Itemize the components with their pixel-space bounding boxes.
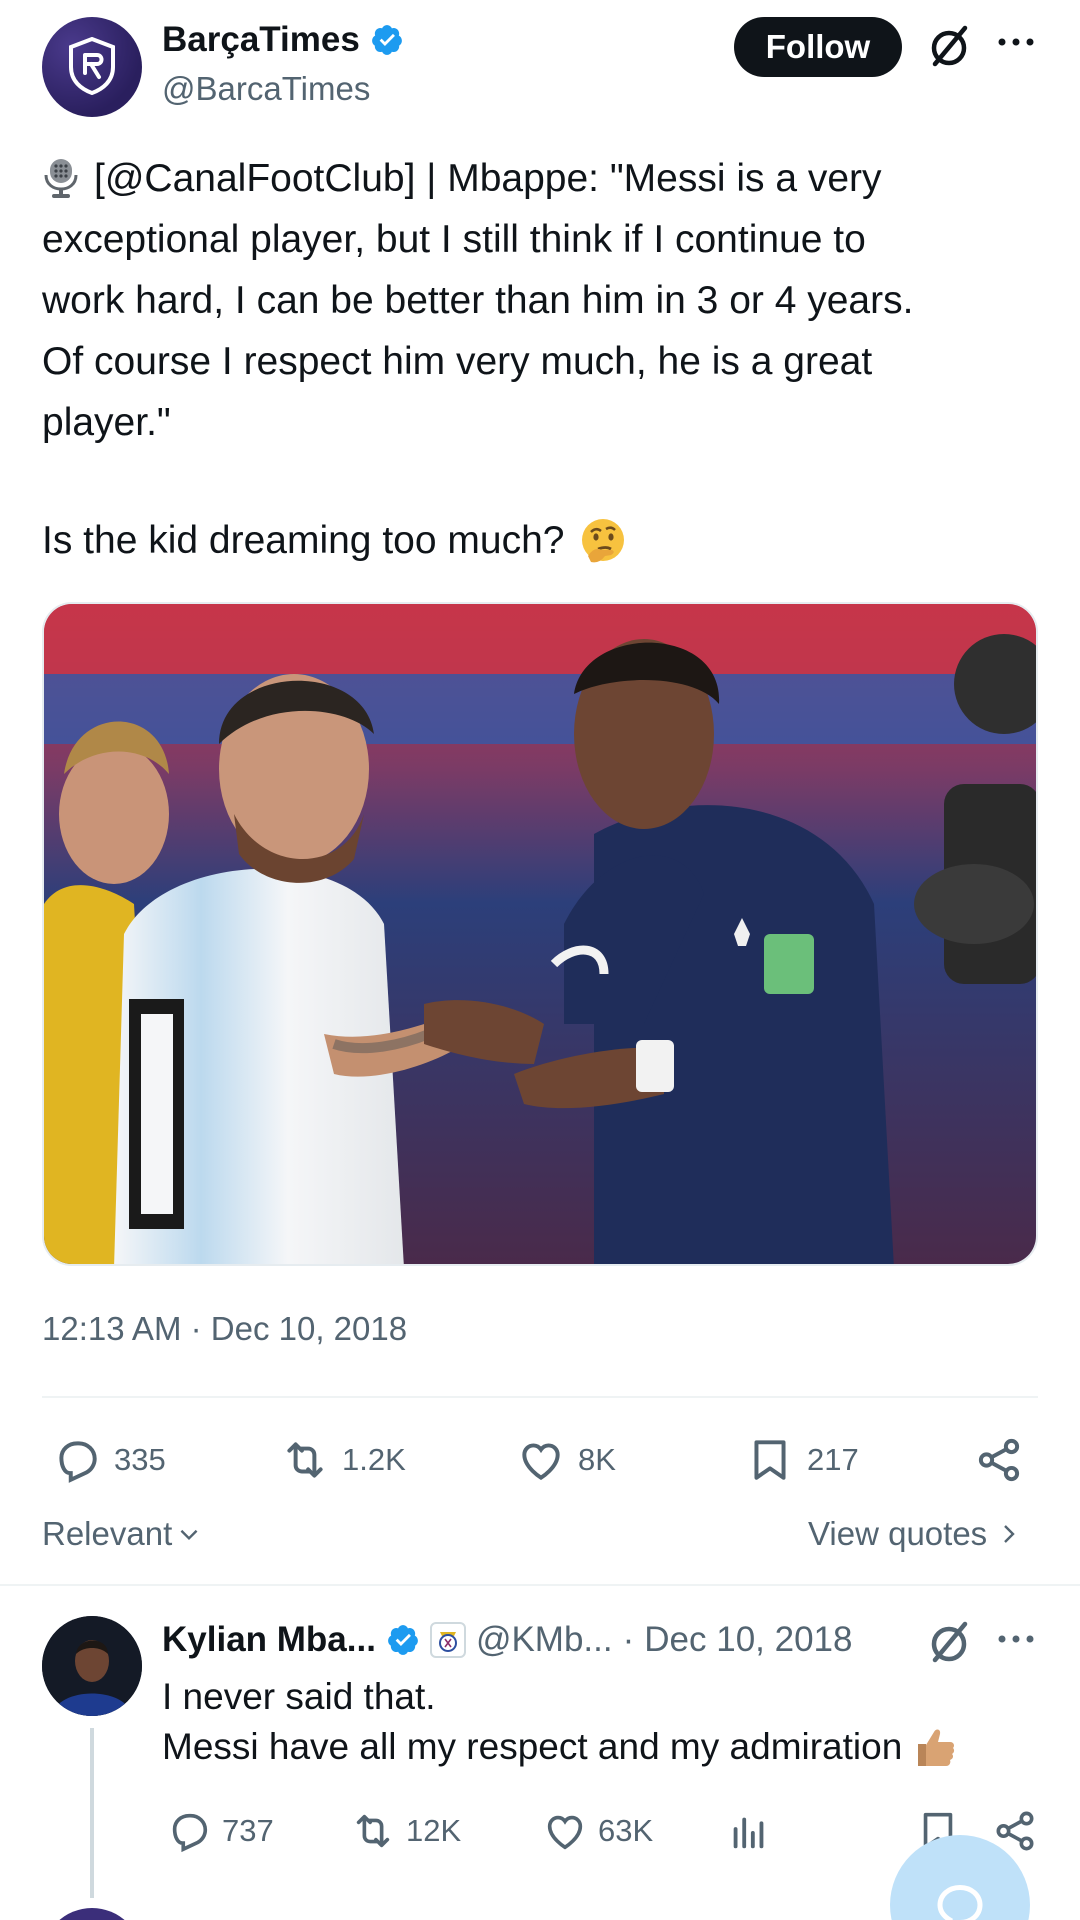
reply-like-count: 63K	[598, 1813, 654, 1848]
repost-count: 1.2K	[342, 1442, 406, 1477]
reply-handle[interactable]: @KMb...	[476, 1620, 613, 1660]
real-madrid-badge-icon	[429, 1622, 466, 1658]
like-count: 8K	[578, 1442, 616, 1477]
reply-reply-count: 737	[222, 1813, 274, 1848]
reply-avatar[interactable]	[42, 1616, 142, 1716]
more-icon[interactable]	[996, 1629, 1036, 1649]
reply-views-action[interactable]	[726, 1806, 772, 1856]
grok-icon[interactable]	[925, 22, 973, 70]
more-icon[interactable]	[996, 32, 1036, 52]
repost-action[interactable]: 1.2K	[280, 1432, 406, 1488]
author-handle[interactable]: @BarcaTimes	[162, 70, 370, 108]
reply-avatar-image	[42, 1616, 142, 1716]
reply-text: I never said that. Messi have all my res…	[162, 1672, 1042, 1772]
thinking-emoji	[582, 518, 625, 562]
tweet-text: [@CanalFootClub] | Mbappe: "Messi is a v…	[42, 148, 1042, 453]
reply-icon	[59, 1441, 97, 1483]
reply-line-2: Messi have all my respect and my admirat…	[162, 1726, 903, 1767]
reply-author-name[interactable]: Kylian Mba...	[162, 1620, 376, 1660]
views-icon	[733, 1817, 764, 1849]
tweet-question: Is the kid dreaming too much?	[42, 519, 565, 562]
separator-dot: ·	[622, 1620, 635, 1659]
barca-times-logo-icon	[69, 37, 115, 95]
reply-icon	[172, 1813, 208, 1853]
next-reply-avatar[interactable]	[42, 1908, 142, 1920]
tweet-question-row: Is the kid dreaming too much?	[42, 510, 628, 571]
reply-date[interactable]: Dec 10, 2018	[644, 1620, 852, 1660]
like-icon	[522, 1443, 560, 1481]
tweet-line-3: work hard, I can be better than him in 3…	[42, 279, 914, 322]
author-avatar[interactable]	[42, 17, 142, 117]
relevant-filter[interactable]: Relevant	[42, 1515, 202, 1553]
tweet-line-5: player."	[42, 401, 171, 444]
share-action[interactable]	[974, 1432, 1024, 1488]
bookmark-count: 217	[807, 1442, 859, 1477]
tweet-line-4: Of course I respect him very much, he is…	[42, 340, 873, 383]
reply-repost-action[interactable]: 12K	[350, 1806, 461, 1856]
reply-share-action[interactable]	[992, 1806, 1038, 1856]
tweet-timestamp[interactable]: 12:13 AM · Dec 10, 2018	[42, 1310, 407, 1348]
reply-line-2-row: Messi have all my respect and my admirat…	[162, 1722, 1042, 1772]
thread-line	[90, 1728, 94, 1898]
like-icon	[547, 1815, 583, 1850]
verified-icon	[388, 1625, 418, 1655]
relevant-label: Relevant	[42, 1515, 173, 1552]
grok-icon[interactable]	[925, 1618, 973, 1666]
like-action[interactable]: 8K	[516, 1432, 616, 1488]
bookmark-icon	[754, 1440, 786, 1480]
repost-icon	[287, 1442, 323, 1478]
divider	[0, 1584, 1080, 1586]
tweet-line-2: exceptional player, but I still think if…	[42, 218, 866, 261]
thumbs-up-emoji	[918, 1729, 955, 1766]
repost-icon	[356, 1814, 390, 1848]
view-quotes-label: View quotes	[808, 1515, 988, 1552]
reply-like-action[interactable]: 63K	[542, 1806, 653, 1856]
tweet-photo[interactable]	[42, 602, 1038, 1266]
reply-header: Kylian Mba... @KMb... · Dec 10, 2018	[162, 1620, 852, 1660]
divider	[42, 1396, 1038, 1398]
verified-icon	[371, 25, 402, 55]
chevron-right-icon	[1004, 1525, 1015, 1543]
share-icon	[978, 1438, 1020, 1482]
compose-icon	[937, 1884, 983, 1920]
author-name-row[interactable]: BarçaTimes	[162, 20, 404, 60]
reply-reply-action[interactable]: 737	[166, 1806, 274, 1856]
author-name[interactable]: BarçaTimes	[162, 20, 360, 60]
tweet-line-1-text: [@CanalFootClub] | Mbappe: "Messi is a v…	[94, 157, 882, 200]
tweet-line-1: [@CanalFootClub] | Mbappe: "Messi is a v…	[42, 148, 1042, 209]
bookmark-action[interactable]: 217	[745, 1432, 859, 1488]
follow-button[interactable]: Follow	[734, 17, 902, 77]
reply-repost-count: 12K	[406, 1813, 462, 1848]
reply-line-1: I never said that.	[162, 1676, 436, 1717]
microphone-emoji	[44, 159, 78, 198]
reply-action[interactable]: 335	[52, 1432, 166, 1488]
chevron-down-icon	[180, 1529, 198, 1541]
photo-messi-mbappe-handshake	[44, 604, 1036, 1264]
view-quotes-link[interactable]: View quotes	[808, 1515, 1021, 1553]
share-icon	[996, 1811, 1034, 1851]
reply-count: 335	[114, 1442, 166, 1477]
